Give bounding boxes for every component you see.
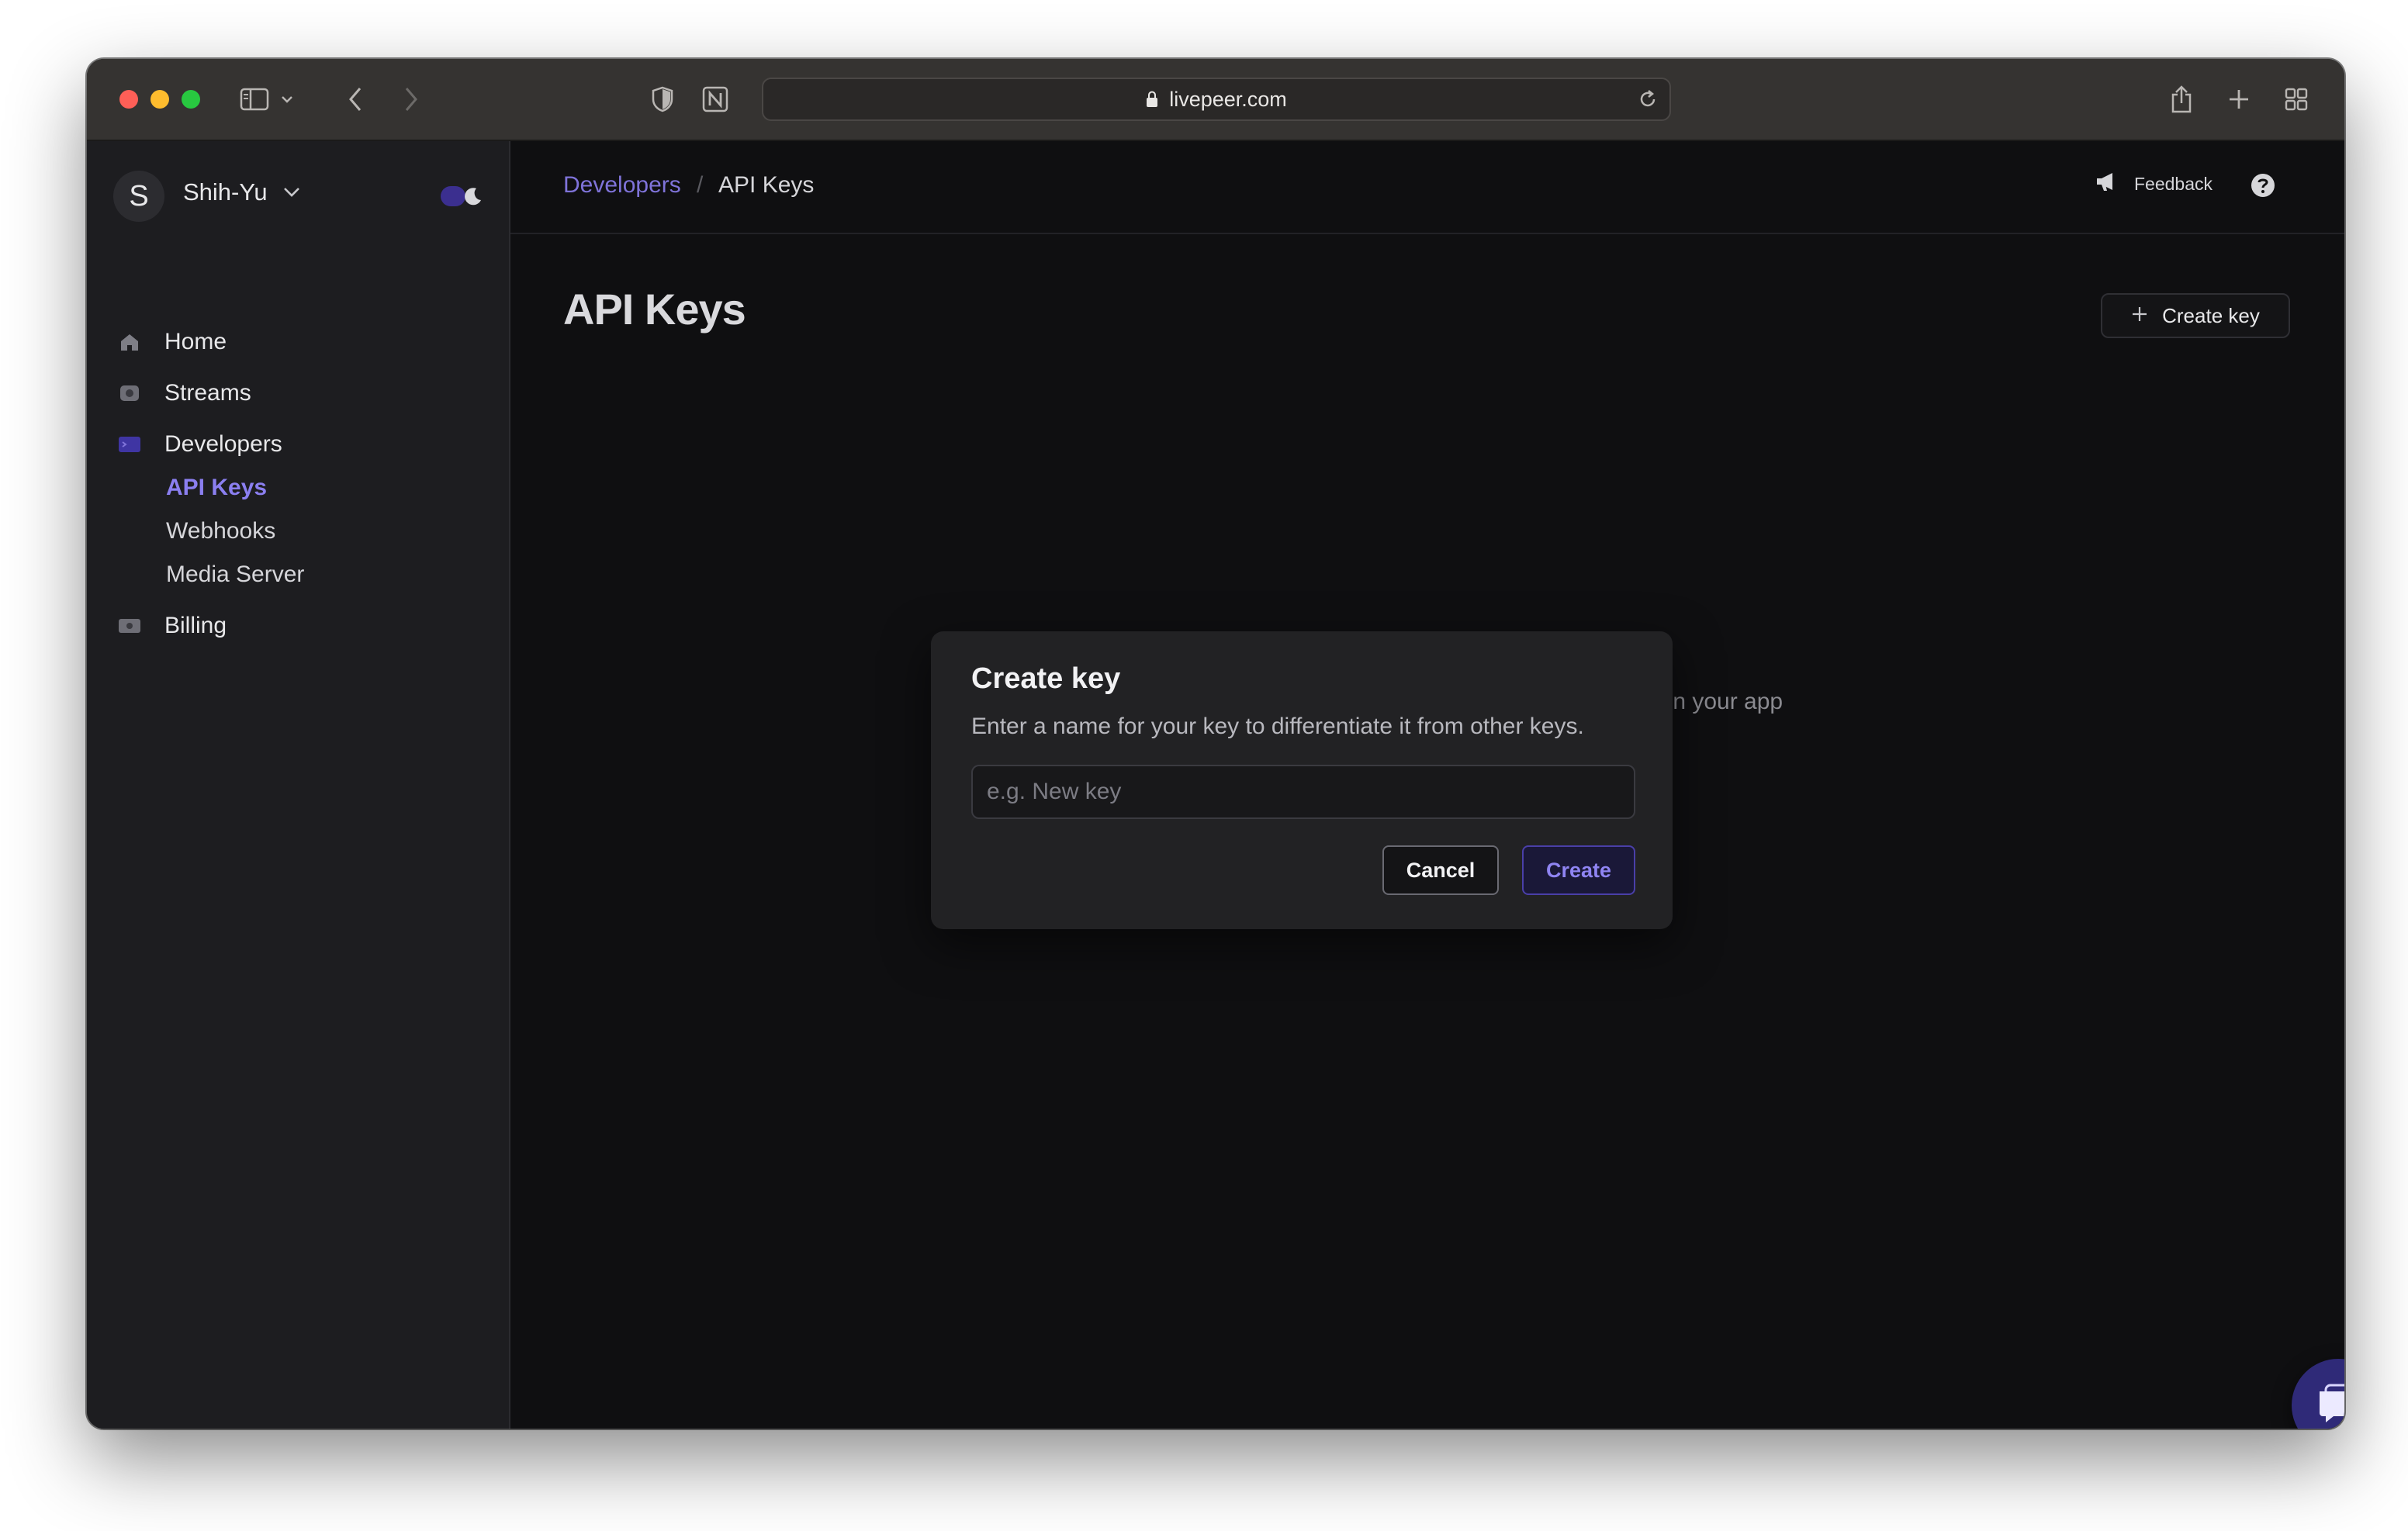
header-bar: Developers / API Keys Feedback	[510, 141, 2344, 234]
key-name-input[interactable]	[971, 765, 1635, 819]
minimize-window-button[interactable]	[150, 90, 169, 109]
sidebar-item-label: Billing	[164, 613, 227, 638]
new-tab-icon[interactable]	[2220, 81, 2258, 118]
megaphone-icon	[2094, 171, 2120, 197]
sidebar-subitem-media-server[interactable]: Media Server	[166, 562, 304, 588]
back-icon[interactable]	[337, 81, 374, 118]
sidebar-item-home[interactable]: Home	[116, 329, 227, 355]
chevron-down-icon[interactable]	[282, 186, 301, 202]
developers-icon	[116, 431, 143, 458]
account-name[interactable]: Shih-Yu	[183, 178, 268, 206]
close-window-button[interactable]	[119, 90, 138, 109]
sidebar-toggle-icon[interactable]	[237, 81, 296, 118]
avatar[interactable]: S	[113, 171, 164, 222]
billing-icon	[116, 613, 143, 639]
browser-window: livepeer.com S Shih-Yu Home Streams Deve…	[87, 59, 2344, 1429]
tab-overview-icon[interactable]	[2278, 81, 2315, 118]
streams-icon	[116, 380, 143, 406]
address-bar[interactable]: livepeer.com	[762, 78, 1671, 121]
notion-extension-icon[interactable]	[697, 81, 734, 118]
feedback-label: Feedback	[2133, 173, 2213, 194]
moon-icon	[462, 185, 484, 211]
sidebar-item-label: Streams	[164, 380, 251, 406]
browser-toolbar: livepeer.com	[87, 59, 2344, 141]
sidebar-item-label: Home	[164, 329, 227, 354]
create-key-label: Create key	[2162, 303, 2260, 327]
sidebar-item-billing[interactable]: Billing	[116, 613, 227, 639]
privacy-shield-icon[interactable]	[644, 81, 681, 118]
lock-icon	[1147, 91, 1158, 107]
create-button[interactable]: Create	[1522, 845, 1635, 895]
breadcrumb-developers[interactable]: Developers	[563, 172, 681, 199]
breadcrumb-separator: /	[697, 172, 704, 198]
plus-icon	[2131, 304, 2148, 328]
feedback-button[interactable]: Feedback	[2094, 171, 2213, 197]
cancel-button[interactable]: Cancel	[1382, 845, 1499, 895]
create-key-button[interactable]: Create key	[2101, 293, 2290, 338]
url-text: livepeer.com	[1169, 87, 1287, 111]
forward-icon[interactable]	[393, 81, 430, 118]
chat-icon	[2313, 1381, 2344, 1429]
sidebar-item-label: Developers	[164, 431, 282, 457]
home-icon	[116, 329, 143, 355]
sidebar: S Shih-Yu Home Streams Developers API Ke…	[87, 141, 510, 1429]
sidebar-subitem-webhooks[interactable]: Webhooks	[166, 518, 275, 544]
sidebar-subitem-api-keys[interactable]: API Keys	[166, 475, 267, 501]
breadcrumb-current: API Keys	[718, 172, 815, 198]
theme-toggle[interactable]	[441, 186, 484, 206]
reload-icon[interactable]	[1637, 88, 1659, 114]
create-key-dialog: Create key Enter a name for your key to …	[931, 631, 1673, 929]
share-icon[interactable]	[2163, 81, 2200, 118]
help-icon[interactable]	[2250, 172, 2276, 202]
page-title: API Keys	[563, 285, 746, 334]
sidebar-item-streams[interactable]: Streams	[116, 380, 251, 406]
zoom-window-button[interactable]	[182, 90, 200, 109]
sidebar-item-developers[interactable]: Developers	[116, 431, 282, 458]
dialog-title: Create key	[971, 662, 1121, 695]
dialog-description: Enter a name for your key to differentia…	[971, 714, 1584, 739]
